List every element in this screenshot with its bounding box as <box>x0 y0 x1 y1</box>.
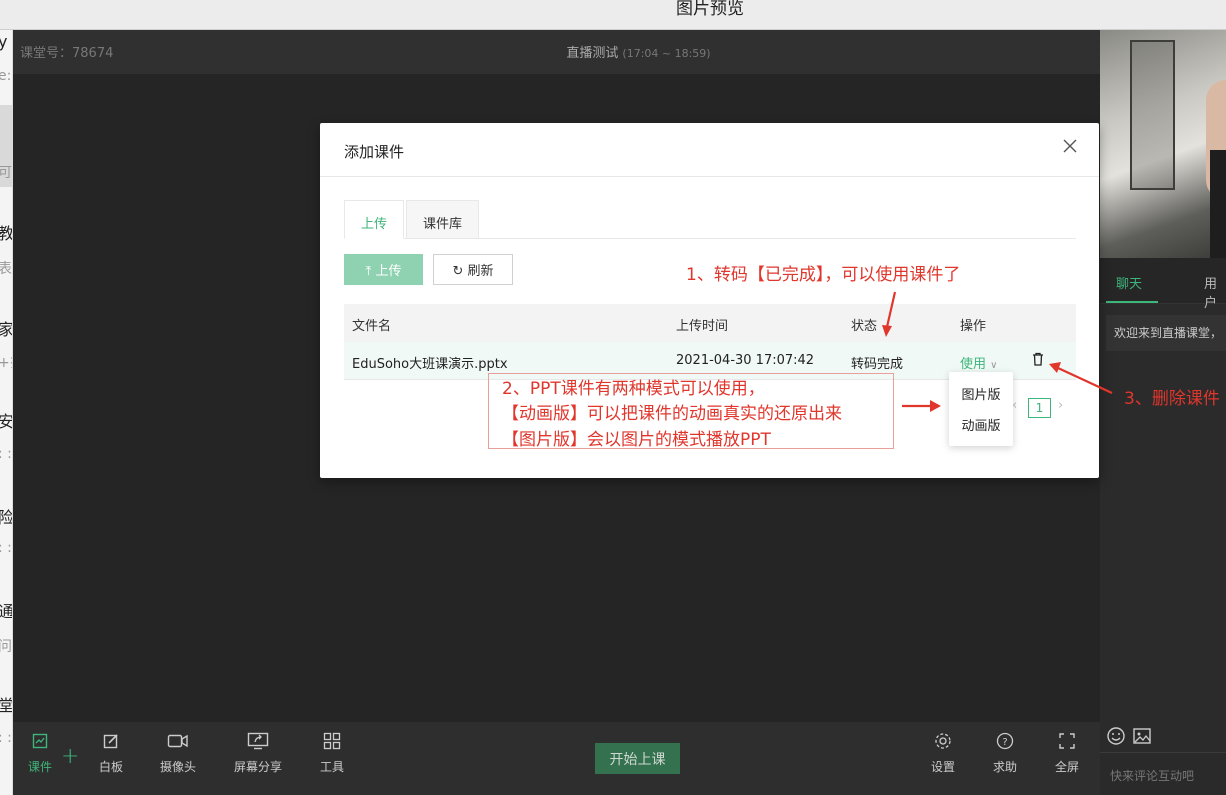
annotation-arrows <box>882 291 1113 412</box>
arrow-head-status <box>882 325 892 337</box>
arrow-to-status <box>885 291 897 328</box>
arrow-to-trash <box>1057 367 1113 394</box>
arrow-head-dropdown <box>930 400 941 412</box>
